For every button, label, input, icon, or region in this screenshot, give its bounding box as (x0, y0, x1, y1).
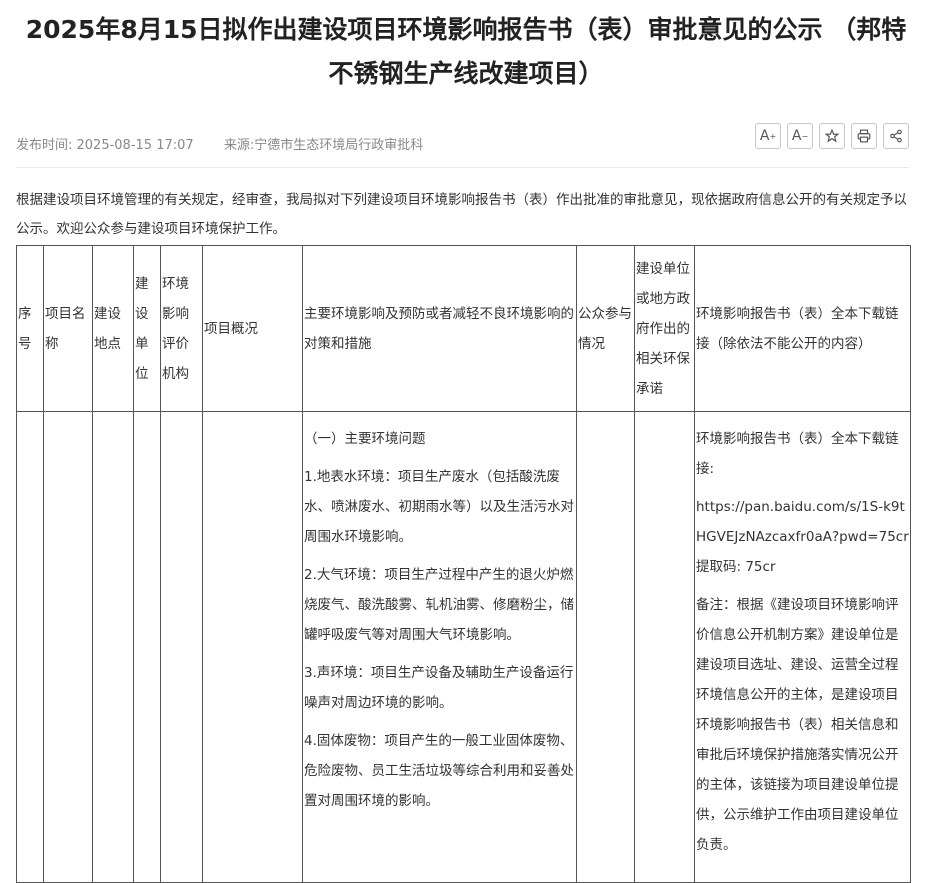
download-label: 环境影响报告书（表）全本下载链接: (696, 431, 899, 477)
impact-item: 3.声环境：项目生产设备及辅助生产设备运行噪声对周边环境的影响。 (304, 665, 574, 711)
printer-icon (857, 129, 871, 143)
impact-heading: （一）主要环境问题 (304, 431, 426, 447)
share-button[interactable] (883, 123, 909, 149)
impacts-cell: （一）主要环境问题 1.地表水环境：项目生产废水（包括酸洗废水、喷淋废水、初期雨… (302, 411, 577, 883)
header-cell: 环境影响评价机构 (160, 245, 203, 412)
header-cell: 建设单位或地方政府作出的相关环保承诺 (634, 245, 695, 412)
font-increase-button[interactable]: A + (755, 123, 781, 149)
header-cell: 主要环境影响及预防或者减轻不良环境影响的对策和措施 (302, 245, 577, 412)
font-decrease-button[interactable]: A − (787, 123, 813, 149)
share-icon (890, 129, 902, 143)
header-cell: 环境影响报告书（表）全本下载链接（除依法不能公开的内容） (694, 245, 911, 412)
table-cell (202, 411, 303, 883)
print-button[interactable] (851, 123, 877, 149)
download-link[interactable]: https://pan.baidu.com/s/1S-k9tHGVEJzNAzc… (696, 492, 909, 582)
table-cell (43, 411, 93, 883)
header-cell: 序号 (16, 245, 44, 412)
approval-table: 序号 项目名称 建设地点 建设单位 环境影响评价机构 项目概况 主要环境影响及预… (16, 245, 911, 883)
star-icon (825, 129, 839, 143)
page-title: 2025年8月15日拟作出建设项目环境影响报告书（表）审批意见的公示 （邦特不锈… (25, 15, 907, 88)
intro-paragraph: 根据建设项目环境管理的有关规定，经审查，我局拟对下列建设项目环境影响报告书（表）… (16, 192, 907, 237)
divider (16, 167, 909, 168)
table-cell (133, 411, 161, 883)
publish-time: 发布时间: 2025-08-15 17:07 (16, 138, 194, 153)
table-cell (634, 411, 695, 883)
impact-item: 1.地表水环境：项目生产废水（包括酸洗废水、喷淋废水、初期雨水等）以及生活污水对… (304, 469, 574, 545)
header-cell: 建设地点 (92, 245, 134, 412)
source: 来源:宁德市生态环境局行政审批科 (223, 138, 424, 153)
download-note: 备注：根据《建设项目环境影响评价信息公开机制方案》建设单位是建设项目选址、建设、… (696, 597, 899, 853)
table-cell (160, 411, 203, 883)
header-cell: 公众参与情况 (576, 245, 635, 412)
favorite-button[interactable] (819, 123, 845, 149)
article-toolbar: A + A − (755, 123, 909, 149)
table-row: （一）主要环境问题 1.地表水环境：项目生产废水（包括酸洗废水、喷淋废水、初期雨… (16, 411, 911, 883)
table-header-row: 序号 项目名称 建设地点 建设单位 环境影响评价机构 项目概况 主要环境影响及预… (16, 245, 911, 412)
header-cell: 建设单位 (133, 245, 161, 412)
table-cell (576, 411, 635, 883)
impact-item: 2.大气环境：项目生产过程中产生的退火炉燃烧废气、酸洗酸雾、轧机油雾、修磨粉尘，… (304, 567, 574, 643)
table-cell (92, 411, 134, 883)
table-cell (16, 411, 44, 883)
header-cell: 项目名称 (43, 245, 93, 412)
article-meta: 发布时间: 2025-08-15 17:07 来源:宁德市生态环境局行政审批科 (16, 134, 449, 153)
download-cell: 环境影响报告书（表）全本下载链接: https://pan.baidu.com/… (694, 411, 911, 883)
header-cell: 项目概况 (202, 245, 303, 412)
impact-item: 4.固体废物：项目产生的一般工业固体废物、危险废物、员工生活垃圾等综合利用和妥善… (304, 733, 574, 809)
